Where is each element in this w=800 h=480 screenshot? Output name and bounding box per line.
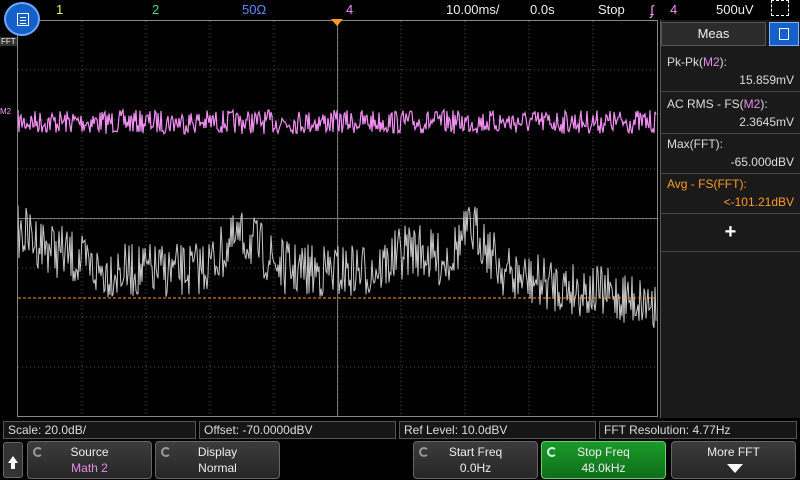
- display-softkey[interactable]: Display Normal: [155, 441, 280, 479]
- softkey-label: More FFT: [707, 445, 760, 459]
- trigger-level[interactable]: 500uV: [716, 2, 754, 17]
- meas-value: <-101.21dBV: [723, 195, 794, 209]
- channel-1-indicator[interactable]: 1: [56, 2, 63, 17]
- meas-value: 2.3645mV: [739, 115, 794, 129]
- meas-title[interactable]: Meas: [661, 22, 766, 46]
- softkey-value: 0.0Hz: [459, 461, 492, 475]
- fft-offset[interactable]: Offset: -70.0000dBV: [199, 421, 396, 439]
- more-fft-softkey[interactable]: More FFT: [671, 441, 796, 479]
- meas-label: Pk-Pk(M2):: [667, 55, 728, 69]
- fft-ref-level[interactable]: Ref Level: 10.0dBV: [399, 421, 596, 439]
- channel-3-indicator[interactable]: 50Ω: [242, 2, 266, 17]
- stop-freq-softkey[interactable]: Stop Freq 48.0kHz: [541, 441, 666, 479]
- trigger-mode-icon[interactable]: [771, 0, 789, 16]
- waveform-marker-strip: [0, 20, 17, 417]
- meas-max-fft[interactable]: Max(FFT): -65.000dBV: [661, 132, 800, 174]
- traces: [18, 107, 657, 329]
- meas-label: AC RMS - FS(M2):: [667, 97, 768, 111]
- m2-marker: M2: [0, 107, 12, 116]
- trigger-position-marker[interactable]: [331, 19, 343, 26]
- arrow-down-icon: [727, 464, 743, 473]
- trigger-channel[interactable]: 4: [670, 2, 677, 17]
- softkey-value: Math 2: [71, 461, 108, 475]
- softkey-label: Start Freq: [448, 445, 503, 459]
- softkey-value: Normal: [198, 461, 237, 475]
- back-button[interactable]: [3, 442, 23, 478]
- fft-resolution: FFT Resolution: 4.77Hz: [599, 421, 797, 439]
- menu-icon: [17, 13, 29, 26]
- fft-marker: FFT: [0, 37, 17, 46]
- meas-ac-rms[interactable]: AC RMS - FS(M2): 2.3645mV: [661, 92, 800, 134]
- meas-avg-fft[interactable]: Avg - FS(FFT): <-101.21dBV: [661, 172, 800, 214]
- source-softkey[interactable]: Source Math 2: [27, 441, 152, 479]
- meas-panel-menu-button[interactable]: [769, 22, 799, 46]
- channel-2-indicator[interactable]: 2: [152, 2, 159, 17]
- meas-value: 15.859mV: [739, 73, 794, 87]
- menu-icon: [779, 28, 789, 40]
- measurements-panel: Meas Pk-Pk(M2): 15.859mV AC RMS - FS(M2)…: [660, 20, 800, 418]
- fft-trace: [18, 205, 657, 329]
- add-measurement-button[interactable]: +: [661, 214, 800, 252]
- softkey-label: Source: [70, 445, 109, 459]
- run-state[interactable]: Stop: [598, 2, 625, 17]
- meas-label: Avg - FS(FFT):: [667, 177, 747, 191]
- start-freq-softkey[interactable]: Start Freq 0.0Hz: [413, 441, 538, 479]
- main-menu-button[interactable]: [4, 2, 40, 36]
- delay-readout[interactable]: 0.0s: [530, 2, 555, 17]
- softkey-label: Display: [197, 445, 238, 459]
- trigger-edge-icon: ʄ: [650, 2, 654, 18]
- softkey-label: Stop Freq: [577, 445, 630, 459]
- meas-pkpk[interactable]: Pk-Pk(M2): 15.859mV: [661, 50, 800, 92]
- timebase-readout[interactable]: 10.00ms/: [446, 2, 499, 17]
- softkey-value: 48.0kHz: [581, 461, 626, 475]
- channel-4-indicator[interactable]: 4: [346, 2, 353, 17]
- fft-scale[interactable]: Scale: 20.0dB/: [3, 421, 196, 439]
- meas-value: -65.000dBV: [730, 155, 794, 169]
- meas-label: Max(FFT):: [667, 137, 724, 151]
- waveform-display[interactable]: [17, 20, 658, 417]
- top-status-bar: 1 2 50Ω 4 10.00ms/ 0.0s Stop ʄ 4 500uV: [0, 0, 800, 20]
- m2-trace: [18, 107, 657, 136]
